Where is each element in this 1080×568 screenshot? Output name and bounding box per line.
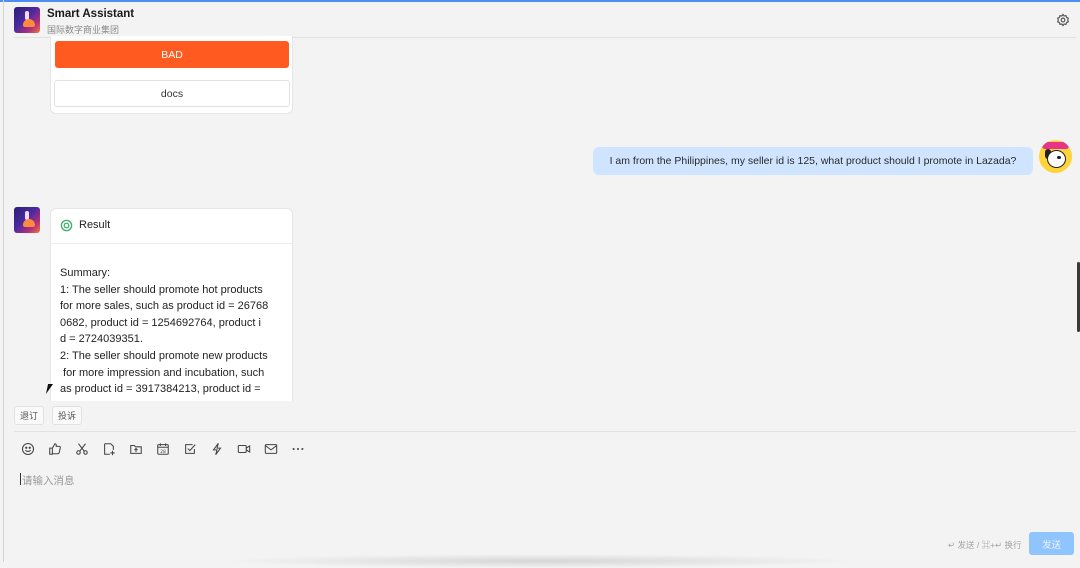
option-card: BAD docs <box>50 36 293 114</box>
compose-toolbar: 28 <box>20 441 306 457</box>
result-title: Result <box>79 219 111 231</box>
message-input[interactable]: 请输入消息 <box>22 473 75 488</box>
result-line: d = 2724039351. <box>60 333 143 346</box>
send-button[interactable]: 发送 <box>1029 532 1074 555</box>
result-line: for more sales, such as product id = 267… <box>60 300 269 313</box>
app-avatar[interactable] <box>14 7 40 33</box>
user-avatar[interactable] <box>1039 140 1072 173</box>
calendar-icon[interactable]: 28 <box>155 441 171 457</box>
result-line: for more impression and incubation, such <box>60 366 265 379</box>
bad-button[interactable]: BAD <box>55 41 289 68</box>
gear-icon[interactable] <box>1056 13 1070 27</box>
result-header: Result <box>51 209 292 244</box>
scissors-icon[interactable] <box>74 441 90 457</box>
complain-button[interactable]: 投诉 <box>52 406 83 425</box>
result-line: 1: The seller should promote hot product… <box>60 283 263 296</box>
folder-upload-icon[interactable] <box>128 441 144 457</box>
app-subtitle: 国际数字商业集团 <box>47 25 120 35</box>
result-body: Summary: 1: The seller should promote ho… <box>60 265 286 398</box>
result-line: as product id = 3917384213, product id = <box>60 383 261 396</box>
bot-avatar[interactable] <box>14 207 40 233</box>
left-divider <box>3 0 4 562</box>
chat-header: Smart Assistant 国际数字商业集团 <box>0 2 1080 38</box>
text-caret <box>20 473 21 485</box>
mail-icon[interactable] <box>263 441 279 457</box>
emoji-icon[interactable] <box>20 441 36 457</box>
user-message-bubble: I am from the Philippines, my seller id … <box>593 147 1033 175</box>
result-line: 2: The seller should promote new product… <box>60 349 268 362</box>
file-add-icon[interactable] <box>101 441 117 457</box>
result-icon <box>60 219 73 232</box>
more-icon[interactable] <box>290 441 306 457</box>
video-icon[interactable] <box>236 441 252 457</box>
app-title: Smart Assistant <box>47 8 135 20</box>
result-card: Result Summary: 1: The seller should pro… <box>50 208 293 401</box>
svg-text:28: 28 <box>160 449 166 455</box>
checkbox-icon[interactable] <box>182 441 198 457</box>
user-message-text: I am from the Philippines, my seller id … <box>609 155 1017 167</box>
docs-button[interactable]: docs <box>54 80 290 107</box>
compose-divider <box>14 431 1076 432</box>
revise-button[interactable]: 退订 <box>14 406 45 425</box>
result-line: Summary: <box>60 267 111 279</box>
bottom-shadow <box>220 554 860 568</box>
thumbs-up-icon[interactable] <box>47 441 63 457</box>
result-line: 0682, product id = 1254692764, product i <box>60 316 261 329</box>
send-hint: ↵ 发送 / ⌘+↵ 换行 <box>948 540 1022 550</box>
lightning-icon[interactable] <box>209 441 225 457</box>
